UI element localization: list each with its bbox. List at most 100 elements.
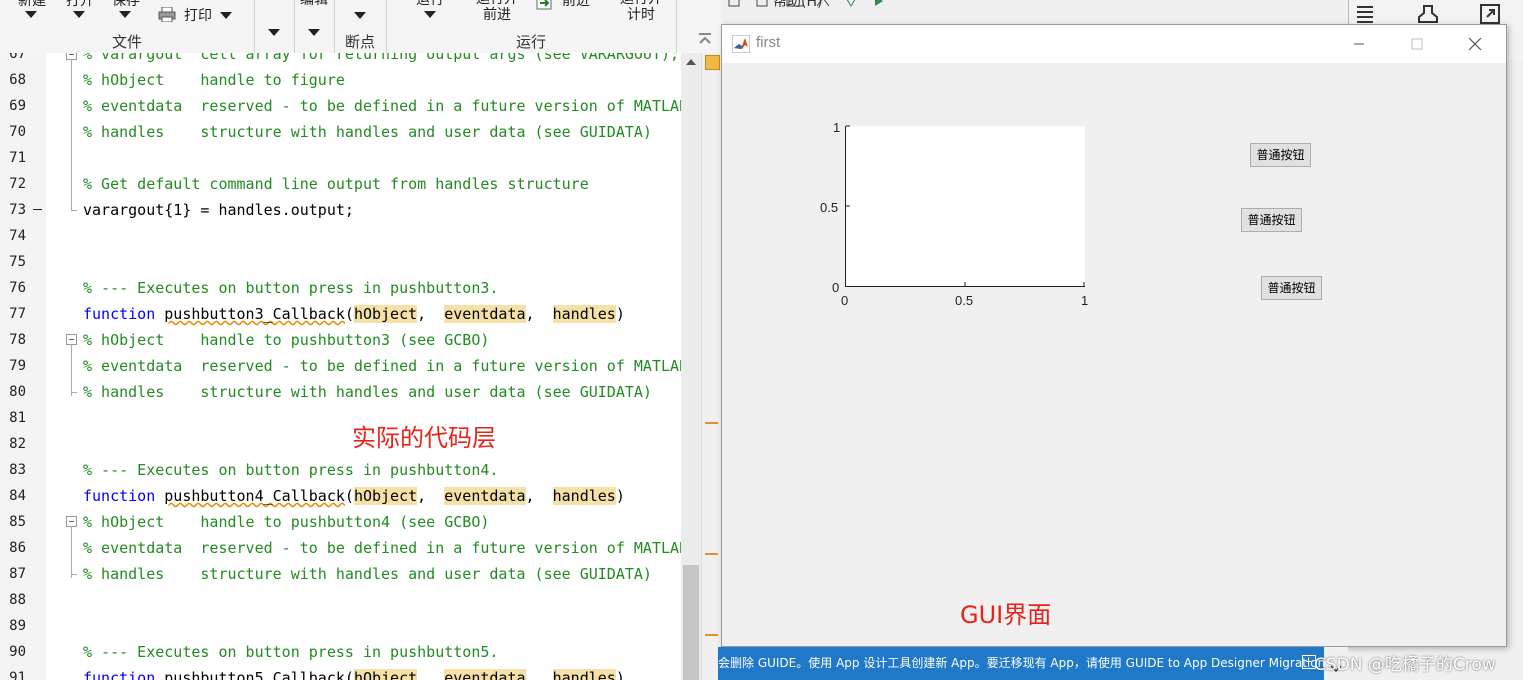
- analyzer-marker[interactable]: [705, 553, 718, 555]
- advance-icon: [536, 0, 552, 10]
- code-line[interactable]: % handles structure with handles and use…: [46, 561, 681, 587]
- x-tick-label: 0.5: [955, 293, 974, 308]
- push-button[interactable]: 普通按钮: [1261, 276, 1322, 300]
- line-number: 71: [9, 150, 26, 166]
- function-argument: eventdata: [444, 487, 526, 505]
- line-number: 82: [9, 436, 26, 452]
- navigate-dropdown-caret[interactable]: [268, 29, 280, 36]
- toolstrip-section-edit: 编辑: [294, 0, 335, 53]
- figure-titlebar[interactable]: first: [722, 25, 1506, 63]
- code-line[interactable]: % --- Executes on button press in pushbu…: [46, 275, 681, 301]
- analyzer-marker[interactable]: [705, 422, 718, 424]
- annotation-gui-layer: GUI界面: [960, 601, 1052, 629]
- open-dropdown-caret[interactable]: [73, 11, 85, 18]
- line-number: 72: [9, 176, 26, 192]
- printer-icon: [158, 7, 176, 22]
- collapse-toolstrip-icon[interactable]: [697, 31, 713, 47]
- line-number: 85: [9, 514, 26, 530]
- scrollbar-thumb[interactable]: [683, 565, 699, 680]
- keyword-function: function: [83, 487, 156, 505]
- deprecation-notice-bar: 会删除 GUIDE。使用 App 设计工具创建新 App。要迁移现有 App，请…: [718, 647, 1324, 680]
- code-line[interactable]: % eventdata reserved - to be defined in …: [46, 353, 681, 379]
- push-button[interactable]: 普通按钮: [1250, 143, 1311, 167]
- function-argument: eventdata: [444, 305, 526, 323]
- background-menubar: 帮助(H): [721, 0, 1348, 25]
- print-dropdown-caret[interactable]: [220, 12, 232, 19]
- run-and-time-button[interactable]: 运行并 计时: [614, 0, 668, 23]
- code-line[interactable]: % handles structure with handles and use…: [46, 119, 681, 145]
- line-number: 75: [9, 254, 26, 270]
- breakpoints-dropdown-caret[interactable]: [354, 12, 366, 19]
- code-line[interactable]: function pushbutton4_Callback(hObject, e…: [46, 483, 681, 509]
- list-icon[interactable]: [1354, 3, 1376, 25]
- code-line[interactable]: [46, 613, 681, 639]
- function-name: pushbutton5_Callback: [164, 669, 345, 680]
- deprecation-notice-text[interactable]: 会删除 GUIDE。使用 App 设计工具创建新 App。要迁移现有 App，请…: [718, 654, 1324, 671]
- edit-dropdown-caret[interactable]: [308, 29, 320, 36]
- code-line[interactable]: % hObject handle to figure: [46, 67, 681, 93]
- scroll-up-arrow-icon[interactable]: [686, 59, 696, 65]
- push-button[interactable]: 普通按钮: [1241, 208, 1302, 232]
- axes-ticks: [846, 125, 1085, 286]
- advance-button[interactable]: 前进: [556, 0, 596, 9]
- line-number: 79: [9, 358, 26, 374]
- code-line[interactable]: function pushbutton5_Callback(hObject, e…: [46, 665, 681, 680]
- figure-canvas: 1 0.5 0 0 0.5 1 普通按钮 普通按钮 普通按钮 GUI界面: [722, 63, 1506, 646]
- analyzer-warning-icon[interactable]: [705, 55, 720, 70]
- code-line[interactable]: [46, 249, 681, 275]
- save-button[interactable]: 保存: [108, 0, 144, 9]
- line-number: 90: [9, 644, 26, 660]
- code-text: % handles structure with handles and use…: [83, 565, 652, 583]
- line-number: 74: [9, 228, 26, 244]
- open-button[interactable]: 打开: [62, 0, 98, 9]
- code-text: % handles structure with handles and use…: [83, 123, 652, 141]
- new-button[interactable]: 新建: [14, 0, 50, 9]
- code-line[interactable]: function pushbutton3_Callback(hObject, e…: [46, 301, 681, 327]
- code-line[interactable]: % hObject handle to pushbutton3 (see GCB…: [46, 327, 681, 396]
- executable-line-marker[interactable]: [33, 209, 42, 210]
- code-line[interactable]: % Get default command line output from h…: [46, 171, 681, 197]
- code-text: function pushbutton3_Callback(hObject, e…: [83, 305, 625, 323]
- vertical-scrollbar[interactable]: [681, 53, 701, 680]
- code-line[interactable]: % eventdata reserved - to be defined in …: [46, 535, 681, 561]
- code-line[interactable]: % --- Executes on button press in pushbu…: [46, 639, 681, 665]
- keyword-function: function: [83, 305, 156, 323]
- function-argument: handles: [552, 305, 616, 323]
- analyzer-marker[interactable]: [705, 634, 718, 636]
- close-icon[interactable]: [1460, 33, 1490, 55]
- code-line[interactable]: % --- Executes on button press in pushbu…: [46, 457, 681, 483]
- code-fold-icon[interactable]: [66, 53, 77, 60]
- run-button[interactable]: 运行: [410, 0, 450, 8]
- function-argument: hObject: [353, 305, 418, 323]
- code-line[interactable]: [46, 587, 681, 613]
- code-line[interactable]: % hObject handle to pushbutton4 (see GCB…: [46, 509, 681, 578]
- code-line[interactable]: [46, 145, 681, 171]
- minimize-icon[interactable]: [1344, 33, 1374, 55]
- run-and-advance-button[interactable]: 运行并 前进: [472, 0, 522, 23]
- x-tick-label: 1: [1081, 293, 1089, 308]
- edit-button[interactable]: 编辑: [296, 0, 332, 8]
- expand-icon[interactable]: [1479, 3, 1501, 25]
- line-number: 77: [9, 306, 26, 322]
- plot-axes[interactable]: [845, 125, 1085, 287]
- line-number-gutter: 67 68 69 70 71 72 73 74 75 76 77 78 79 80 81 82 83 84 85 86…: [0, 53, 46, 680]
- code-line[interactable]: % eventdata reserved - to be defined in …: [46, 93, 681, 119]
- code-line[interactable]: % varargout cell array for returning out…: [46, 53, 681, 67]
- code-text: % eventdata reserved - to be defined in …: [83, 357, 681, 375]
- function-name: pushbutton4_Callback: [164, 487, 345, 505]
- save-dropdown-caret[interactable]: [119, 11, 131, 18]
- new-dropdown-caret[interactable]: [25, 11, 37, 18]
- maximize-icon[interactable]: [1402, 33, 1432, 55]
- run-dropdown-caret[interactable]: [424, 11, 436, 18]
- print-button[interactable]: 打印: [180, 8, 216, 24]
- annotation-code-layer: 实际的代码层: [352, 424, 496, 452]
- watermark: CSDN @吃橘子的Crow: [1314, 655, 1496, 675]
- function-argument: hObject: [353, 487, 418, 505]
- code-line[interactable]: [46, 223, 681, 249]
- function-argument: hObject: [353, 669, 418, 680]
- code-area[interactable]: % varargout cell array for returning out…: [46, 53, 681, 680]
- stamp-icon[interactable]: [1417, 3, 1439, 25]
- code-editor[interactable]: 67 68 69 70 71 72 73 74 75 76 77 78 79 80 81 82 83 84 85 86…: [0, 53, 721, 680]
- code-line[interactable]: varargout{1} = handles.output;: [46, 197, 681, 223]
- code-line[interactable]: % handles structure with handles and use…: [46, 379, 681, 405]
